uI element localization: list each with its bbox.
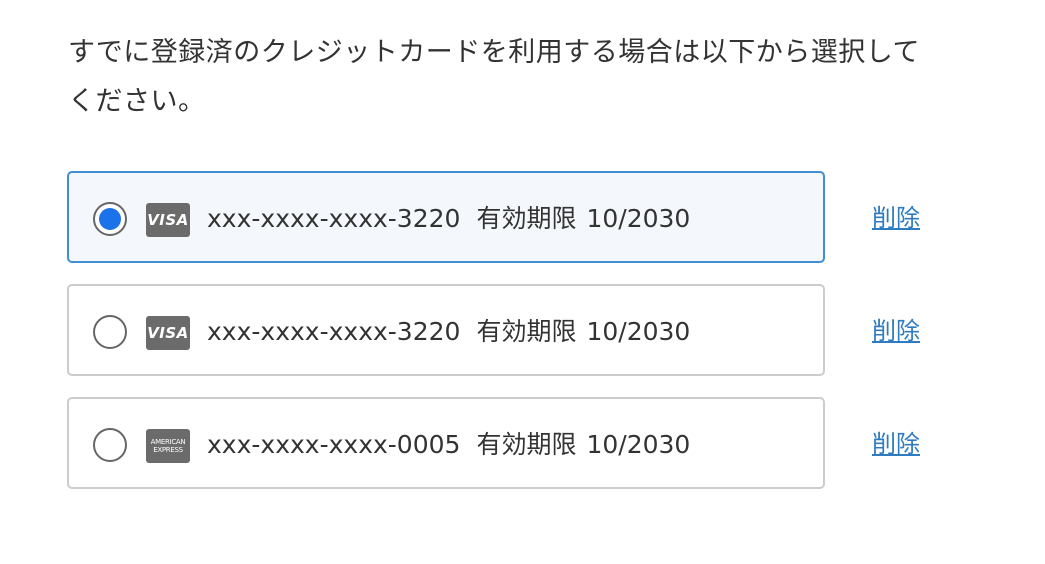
expiry-label: 有効期限 [476,204,577,233]
instruction-line-2: ください。 [68,86,206,117]
radio-selected-dot [99,208,121,230]
expiry-label: 有効期限 [476,317,577,346]
card-number: xxx-xxxx-xxxx-0005 [207,430,461,459]
saved-card-option[interactable]: AMERICAN EXPRESS xxx-xxxx-xxxx-0005 有効期限 1… [67,397,825,489]
expiry-date: 10/2030 [586,430,691,459]
card-details: xxx-xxxx-xxxx-3220 有効期限 10/2030 [207,202,690,236]
saved-card-list: VISA xxx-xxxx-xxxx-3220 有効期限 10/2030 削除 VI… [67,171,1045,510]
card-number: xxx-xxxx-xxxx-3220 [207,204,461,233]
card-number: xxx-xxxx-xxxx-3220 [207,317,461,346]
saved-card-option[interactable]: VISA xxx-xxxx-xxxx-3220 有効期限 10/2030 [67,284,825,376]
radio-button[interactable] [93,202,127,236]
expiry-date: 10/2030 [586,317,691,346]
delete-card-link[interactable]: 削除 [872,427,920,461]
expiry-label: 有効期限 [476,430,577,459]
card-details: xxx-xxxx-xxxx-0005 有効期限 10/2030 [207,428,690,462]
delete-card-link[interactable]: 削除 [872,201,920,235]
visa-card-icon: VISA [146,203,190,237]
visa-card-icon: VISA [146,316,190,350]
instruction-text: すでに登録済のクレジットカードを利用する場合は以下から選択して ください。 [68,28,968,126]
saved-card-option[interactable]: VISA xxx-xxxx-xxxx-3220 有効期限 10/2030 [67,171,825,263]
amex-logo-line-1: AMERICAN [150,438,186,446]
card-details: xxx-xxxx-xxxx-3220 有効期限 10/2030 [207,315,690,349]
expiry-date: 10/2030 [586,204,691,233]
radio-button[interactable] [93,428,127,462]
instruction-line-1: すでに登録済のクレジットカードを利用する場合は以下から選択して [68,37,920,68]
radio-button[interactable] [93,315,127,349]
amex-logo-line-2: EXPRESS [153,446,183,454]
delete-card-link[interactable]: 削除 [872,314,920,348]
saved-card-row: VISA xxx-xxxx-xxxx-3220 有効期限 10/2030 削除 [67,284,1045,381]
amex-card-icon: AMERICAN EXPRESS [146,429,190,463]
saved-card-row: AMERICAN EXPRESS xxx-xxxx-xxxx-0005 有効期限 1… [67,397,1045,494]
saved-card-row: VISA xxx-xxxx-xxxx-3220 有効期限 10/2030 削除 [67,171,1045,268]
